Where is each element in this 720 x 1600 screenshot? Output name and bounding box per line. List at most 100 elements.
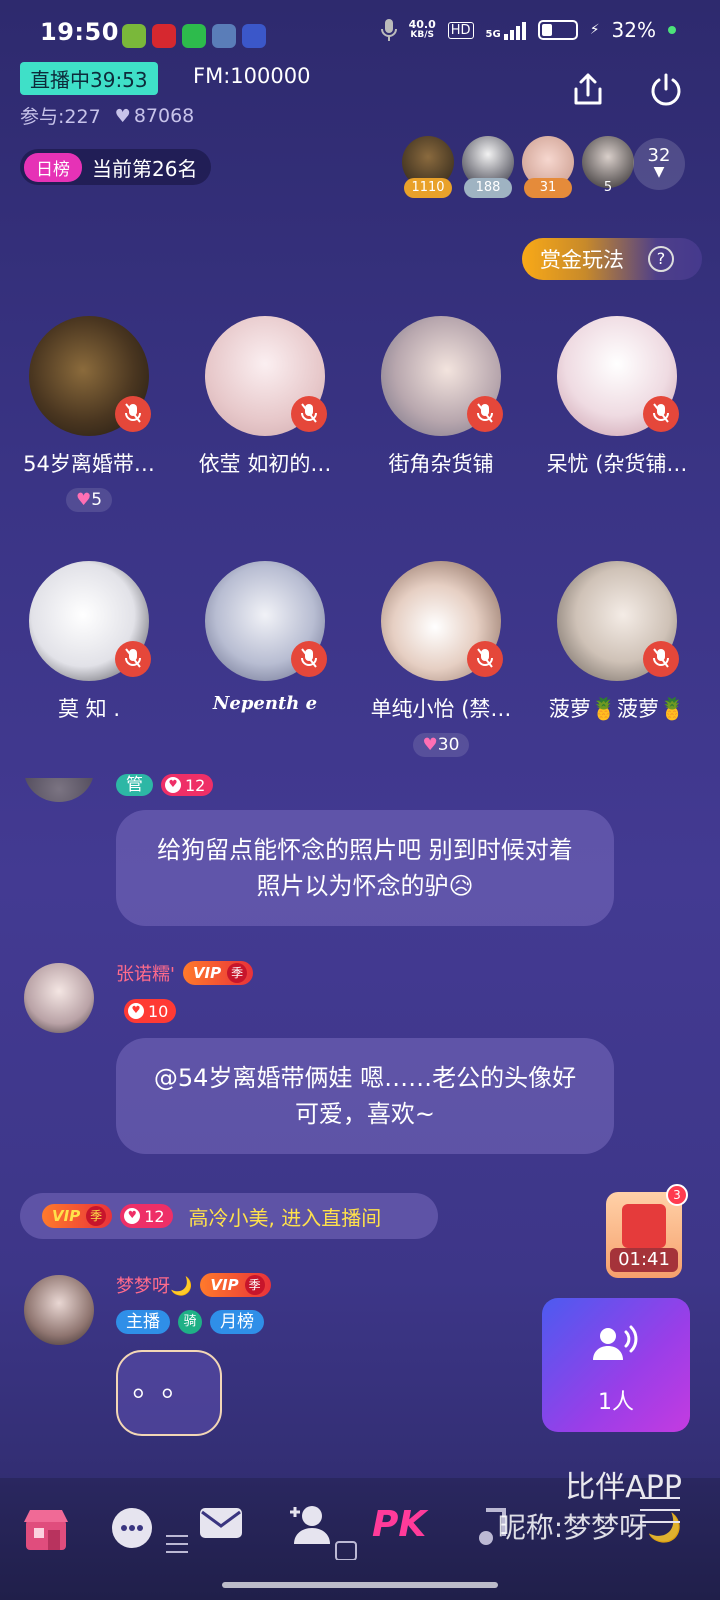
speaker-user-icon bbox=[593, 1325, 638, 1360]
admin-tag: 管 bbox=[116, 774, 153, 796]
mic-muted-icon bbox=[467, 396, 503, 432]
seat-avatar bbox=[205, 316, 327, 436]
seat-name: 街角杂货铺 bbox=[388, 452, 494, 476]
mic-muted-icon bbox=[643, 641, 679, 677]
add-user-icon bbox=[290, 1506, 357, 1561]
seat-name: 呆忧 (杂货铺… bbox=[546, 452, 688, 476]
chat-tags: 主播 骑 月榜 bbox=[116, 1310, 264, 1334]
messages-button[interactable] bbox=[198, 1504, 244, 1548]
mic-muted-icon bbox=[291, 641, 327, 677]
fan-avatar[interactable]: 31 bbox=[522, 136, 574, 198]
seat-name: Nepenth e bbox=[212, 693, 318, 714]
notification-icons bbox=[122, 24, 266, 48]
heart-count-wrap: ♥ 87068 bbox=[115, 105, 195, 127]
heart-count: 87068 bbox=[133, 104, 195, 127]
participant-count: 参与:227 bbox=[20, 106, 101, 128]
vivo-icon bbox=[242, 24, 266, 48]
vip-badge: VIP 季 bbox=[42, 1204, 113, 1228]
shop-icon bbox=[24, 1510, 68, 1550]
battery-icon bbox=[537, 20, 578, 40]
fan-contribution: 5 bbox=[603, 180, 613, 195]
app-notification-icon bbox=[122, 24, 146, 48]
enter-notice: VIP 季 ♥ 12 高冷小美, 进入直播间 bbox=[20, 1193, 438, 1239]
audience-count: 32 bbox=[647, 145, 671, 166]
chevron-down-icon: ▼ bbox=[653, 164, 665, 180]
fan-avatar[interactable]: 1110 bbox=[402, 136, 454, 198]
seat-avatar bbox=[381, 561, 503, 681]
charging-icon: ⚡ bbox=[589, 22, 600, 38]
seat-avatar bbox=[205, 561, 327, 681]
help-icon[interactable]: ? bbox=[648, 246, 674, 272]
chat-bubble-icon bbox=[112, 1508, 188, 1553]
mic-muted-icon bbox=[115, 396, 151, 432]
bounty-game-button[interactable]: 赏金玩法 ? bbox=[522, 238, 702, 280]
mic-seat[interactable]: 街角杂货铺 bbox=[356, 316, 526, 478]
chat-avatar[interactable] bbox=[24, 778, 94, 802]
seat-avatar bbox=[557, 561, 679, 681]
live-duration-badge: 直播中39:53 bbox=[20, 62, 158, 95]
mic-queue-button[interactable]: 1人 bbox=[542, 1298, 690, 1432]
mic-seat[interactable]: 呆忧 (杂货铺… bbox=[532, 316, 702, 478]
chat-avatar[interactable] bbox=[24, 1275, 94, 1345]
top-fans: 1110 188 31 5 bbox=[402, 136, 634, 198]
rider-tag: 骑 bbox=[178, 1310, 202, 1334]
status-time: 19:50 bbox=[40, 18, 119, 46]
mic-seat[interactable]: Nepenth e bbox=[180, 561, 350, 714]
seat-likes: ♥5 bbox=[65, 488, 113, 512]
red-packet-button[interactable]: 01:41 3 bbox=[606, 1184, 688, 1278]
wechat-icon bbox=[182, 24, 206, 48]
pk-button[interactable]: PK bbox=[372, 1504, 426, 1545]
level-badge: ♥ 12 bbox=[120, 1204, 173, 1228]
chat-avatar[interactable] bbox=[24, 963, 94, 1033]
mic-seat[interactable]: 依莹 如初的… bbox=[180, 316, 350, 478]
store-button[interactable] bbox=[20, 1504, 72, 1560]
power-icon bbox=[651, 73, 681, 106]
room-stats: 参与:227 ♥ 87068 bbox=[20, 102, 194, 129]
home-indicator[interactable] bbox=[222, 1582, 498, 1588]
chat-message: @54岁离婚带俩娃 嗯……老公的头像好可爱，喜欢~ bbox=[116, 1038, 614, 1154]
seat-avatar bbox=[557, 316, 679, 436]
fan-contribution: 188 bbox=[464, 178, 512, 198]
vip-badge: VIP 季 bbox=[200, 1273, 271, 1297]
seat-name: 菠萝🍍菠萝🍍 bbox=[548, 697, 686, 721]
red-packet-badge: 3 bbox=[666, 1184, 688, 1206]
exit-room-button[interactable] bbox=[642, 66, 690, 114]
battery-percent: 32% bbox=[611, 18, 656, 42]
seat-avatar bbox=[381, 316, 503, 436]
signal-icon: 5G bbox=[486, 20, 526, 40]
fan-avatar[interactable]: 188 bbox=[462, 136, 514, 198]
more-icon[interactable] bbox=[540, 1480, 680, 1548]
hd-icon: HD bbox=[447, 21, 474, 39]
mic-seat[interactable]: 菠萝🍍菠萝🍍 bbox=[532, 561, 702, 723]
fan-contribution: 31 bbox=[524, 178, 572, 198]
red-envelope-icon bbox=[622, 1204, 666, 1248]
pk-label: PK bbox=[372, 1504, 427, 1545]
mic-muted-icon bbox=[643, 396, 679, 432]
host-tag: 主播 bbox=[116, 1310, 170, 1334]
rank-text: 当前第26名 bbox=[92, 156, 198, 181]
chat-input-button[interactable] bbox=[110, 1504, 190, 1560]
seat-name: 莫 知 . bbox=[57, 697, 121, 721]
app-notification-icon bbox=[152, 24, 176, 48]
rank-tag: 日榜 bbox=[24, 152, 82, 182]
heart-icon: ♥ bbox=[75, 490, 92, 510]
mic-muted-icon bbox=[115, 641, 151, 677]
mic-queue-count: 1人 bbox=[598, 1390, 634, 1415]
chat-username[interactable]: 梦梦呀🌙 bbox=[116, 1272, 192, 1298]
status-bar: 19:50 40.0 KB/S HD 5G ⚡ 32% bbox=[0, 0, 720, 60]
audience-list-button[interactable]: 32 ▼ bbox=[633, 138, 685, 190]
net-speed: 40.0 KB/S bbox=[408, 18, 436, 40]
fan-avatar[interactable]: 5 bbox=[582, 136, 634, 198]
chat-username[interactable]: 张诺糯' bbox=[116, 960, 175, 986]
mic-seat[interactable]: 54岁离婚带… ♥5 bbox=[4, 316, 174, 512]
mail-icon bbox=[200, 1508, 242, 1538]
invite-button[interactable] bbox=[286, 1504, 362, 1564]
share-button[interactable] bbox=[564, 66, 612, 114]
heart-icon: ♥ bbox=[422, 735, 438, 755]
seat-name: 单纯小怡 (禁… bbox=[370, 697, 512, 721]
daily-rank[interactable]: 日榜 当前第26名 bbox=[20, 149, 212, 185]
mic-seat[interactable]: 莫 知 . bbox=[4, 561, 174, 723]
mic-seat[interactable]: 单纯小怡 (禁… ♥30 bbox=[356, 561, 526, 757]
mic-icon bbox=[380, 19, 397, 41]
level-badge: ♥ 10 bbox=[124, 999, 177, 1023]
